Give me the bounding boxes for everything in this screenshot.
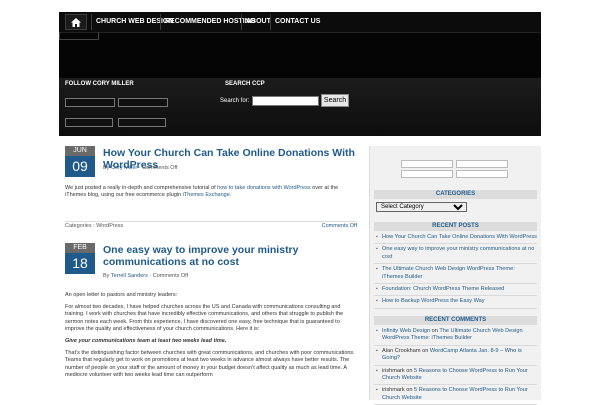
- nav-recommended-hosting[interactable]: RECOMMENDED HOSTING: [160, 14, 255, 30]
- recent-comments-widget-title: RECENT COMMENTS: [374, 316, 537, 325]
- post-highlight-paragraph: Give your communications team at least t…: [65, 338, 227, 345]
- home-icon: [71, 17, 81, 27]
- recent-comment-item: ▪ Alan Crookham on WordCamp Atlanta Jan. …: [374, 346, 537, 366]
- post-date-month: JUN: [65, 146, 95, 156]
- recent-post-link[interactable]: How Your Church Can Take Online Donation…: [382, 234, 537, 240]
- category-select[interactable]: Select Category: [376, 202, 467, 212]
- header-tab: [59, 32, 99, 40]
- search-input[interactable]: [252, 96, 319, 106]
- subheader-bar: FOLLOW CORY MILLER SEARCH CCP Search for…: [59, 78, 541, 136]
- post-paragraph: For almost two decades, I have helped ch…: [65, 304, 344, 332]
- post-categories-label: Categories :: [65, 223, 95, 229]
- recent-post-link[interactable]: How to Backup WordPress the Easy Way: [382, 298, 485, 304]
- follow-link-1[interactable]: [65, 98, 115, 107]
- sidebar-ad-3[interactable]: [401, 170, 453, 178]
- comment-on-text: on: [422, 347, 429, 354]
- post-footer: Categories : WordPress Comments Off: [65, 221, 357, 232]
- post-by: By: [103, 273, 110, 279]
- comment-author: irishmark: [382, 367, 405, 374]
- post-paragraph: An open letter to pastors and ministry l…: [65, 292, 178, 298]
- bullet-icon: ▪: [376, 266, 378, 273]
- follow-heading: FOLLOW CORY MILLER: [65, 81, 134, 87]
- bullet-icon: ▪: [376, 234, 378, 240]
- sidebar-ad-4[interactable]: [456, 170, 508, 178]
- bullet-icon: ▪: [376, 367, 378, 374]
- post-comments-link[interactable]: Comments Off: [322, 222, 357, 231]
- follow-link-4[interactable]: [118, 118, 166, 127]
- sidebar: CATEGORIES Select Category RECENT POSTS …: [369, 146, 541, 405]
- sidebar-ad-1[interactable]: [401, 160, 453, 168]
- nav-contact-us[interactable]: CONTACT US: [270, 14, 320, 30]
- post-inline-link[interactable]: iThemes Exchange: [183, 192, 230, 198]
- bullet-icon: ▪: [376, 387, 378, 394]
- recent-post-link[interactable]: The Ultimate Church Web Design WordPress…: [382, 266, 515, 279]
- recent-post-item[interactable]: ▪ The Ultimate Church Web Design WordPres…: [374, 264, 537, 285]
- recent-posts-widget-title: RECENT POSTS: [374, 222, 537, 231]
- post-text: We just posted a really in-depth and com…: [65, 185, 216, 191]
- post-paragraph: That’s the distinguishing factor between…: [65, 350, 355, 378]
- post-author-link[interactable]: Terrell Sanders: [111, 273, 148, 279]
- post-body: An open letter to pastors and ministry l…: [65, 292, 357, 384]
- search-heading: SEARCH CCP: [225, 81, 265, 87]
- comment-on-text: on: [431, 328, 438, 334]
- comment-on-text: on: [406, 367, 413, 374]
- recent-post-item[interactable]: ▪ One easy way to improve your ministry c…: [374, 244, 537, 265]
- site-header: CHURCH WEB DESIGN RECOMMENDED HOSTING AB…: [59, 12, 541, 136]
- bullet-icon: ▪: [376, 298, 378, 305]
- recent-posts-list: ▪ How Your Church Can Take Online Donatio…: [374, 232, 537, 309]
- post-meta: By Terrell Sanders · Comments Off: [103, 273, 188, 279]
- follow-link-3[interactable]: [65, 118, 113, 127]
- nav-church-web-design[interactable]: CHURCH WEB DESIGN: [91, 14, 173, 30]
- recent-post-item[interactable]: ▪ Foundation: Church WordPress Theme Rele…: [374, 284, 537, 297]
- post-comments-status: Comments Off: [152, 273, 189, 279]
- recent-post-item[interactable]: ▪ How Your Church Can Take Online Donatio…: [374, 232, 537, 245]
- recent-comment-item: ▪ irishmark on 5 Reasons to Choose WordPr…: [374, 385, 537, 405]
- page-wrapper: CHURCH WEB DESIGN RECOMMENDED HOSTING AB…: [59, 12, 541, 405]
- post-date-month: FEB: [65, 243, 95, 253]
- post-date-day: 09: [65, 156, 95, 177]
- bullet-icon: ▪: [376, 246, 378, 253]
- post-meta-separator: ·: [138, 165, 141, 171]
- content-area: JUN 09 How Your Church Can Take Online D…: [59, 136, 541, 405]
- comment-on-text: on: [406, 387, 413, 394]
- follow-link-2[interactable]: [118, 98, 168, 107]
- categories-widget-title: CATEGORIES: [374, 190, 537, 199]
- search-label: Search for:: [220, 98, 250, 104]
- nav-about[interactable]: ABOUT: [241, 14, 271, 30]
- recent-comment-item: ▪ Infinity Web Design on The Ultimate Chu…: [374, 326, 537, 346]
- post-inline-link[interactable]: how to take donations with WordPress: [217, 185, 310, 191]
- post-by: By: [103, 165, 110, 171]
- search-button[interactable]: Search: [321, 94, 349, 107]
- recent-post-link[interactable]: One easy way to improve your ministry co…: [382, 246, 534, 259]
- bullet-icon: ▪: [376, 286, 378, 293]
- bullet-icon: ▪: [376, 347, 378, 354]
- post-meta: By Cory Miller · Comments Off: [103, 165, 178, 171]
- post-date: FEB 18: [65, 243, 95, 274]
- post-text: .: [229, 192, 232, 199]
- recent-comment-item: ▪ irishmark on 5 Reasons to Choose WordPr…: [374, 366, 537, 386]
- post-excerpt: We just posted a really in-depth and com…: [65, 185, 357, 204]
- post-author-link[interactable]: Cory Miller: [111, 165, 137, 171]
- post-comments-status: Comments Off: [142, 165, 178, 171]
- comment-author: irishmark: [382, 387, 405, 394]
- post-title[interactable]: One easy way to improve your ministry co…: [103, 244, 357, 268]
- post-category-link[interactable]: WordPress: [96, 223, 123, 229]
- post-meta-separator: ·: [149, 273, 152, 279]
- post-date: JUN 09: [65, 146, 95, 177]
- post-date-day: 18: [65, 253, 95, 274]
- comment-author-link[interactable]: Infinity Web Design: [382, 328, 430, 334]
- top-navigation: CHURCH WEB DESIGN RECOMMENDED HOSTING AB…: [59, 12, 541, 33]
- comment-author: Alan Crookham: [382, 347, 421, 354]
- recent-comments-list: ▪ Infinity Web Design on The Ultimate Chu…: [374, 326, 537, 405]
- recent-post-link[interactable]: Foundation: Church WordPress Theme Relea…: [382, 286, 504, 292]
- sidebar-ad-2[interactable]: [456, 160, 508, 168]
- nav-home-button[interactable]: [65, 14, 87, 30]
- post-categories: Categories : WordPress: [65, 222, 123, 231]
- recent-post-item[interactable]: ▪ How to Backup WordPress the Easy Way: [374, 296, 537, 309]
- bullet-icon: ▪: [376, 328, 378, 334]
